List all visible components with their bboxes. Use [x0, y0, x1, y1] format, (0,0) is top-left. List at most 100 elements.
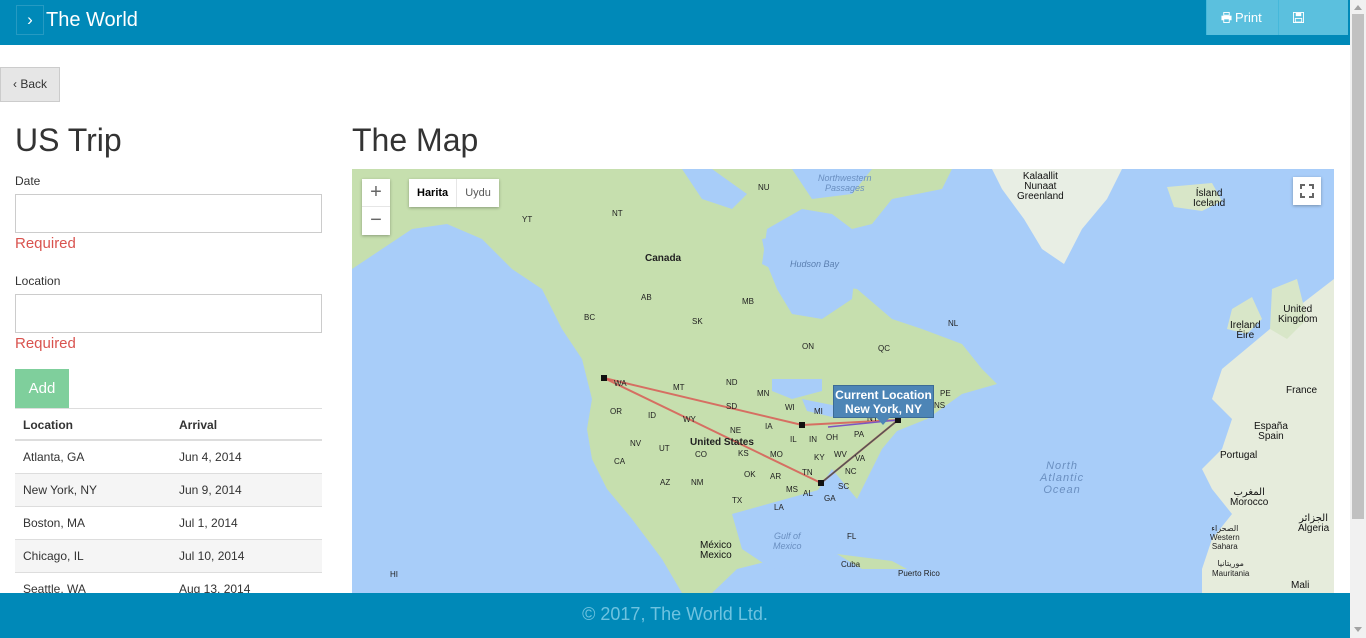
label-state: MS — [786, 485, 798, 494]
table-row[interactable]: Seattle, WA Aug 13, 2014 — [15, 573, 322, 593]
label-state: TX — [732, 496, 743, 505]
label-hudson: Hudson Bay — [790, 259, 840, 269]
location-error: Required — [15, 335, 76, 352]
footer: © 2017, The World Ltd. — [0, 593, 1350, 638]
label-state: TN — [802, 468, 813, 477]
label-state: NC — [845, 467, 857, 476]
label-province: NT — [612, 209, 623, 218]
label-state: MO — [770, 450, 783, 459]
print-label: Print — [1235, 10, 1262, 25]
row-location: Seattle, WA — [23, 582, 86, 593]
table-row[interactable]: Atlanta, GA Jun 4, 2014 — [15, 441, 322, 474]
table-row[interactable]: Boston, MA Jul 1, 2014 — [15, 507, 322, 540]
label-state: CA — [614, 457, 626, 466]
label-state: MI — [814, 407, 823, 416]
label-state: ND — [726, 378, 738, 387]
map-marker-chicago — [799, 422, 805, 428]
stops-table: Location Arrival Atlanta, GA Jun 4, 2014… — [15, 408, 322, 593]
label-cuba: Cuba — [841, 560, 861, 569]
zoom-out-button[interactable]: − — [362, 207, 390, 235]
page-scrollbar[interactable] — [1350, 0, 1366, 638]
map-marker-seattle — [601, 375, 607, 381]
zoom-in-button[interactable]: + — [362, 179, 390, 207]
location-input[interactable] — [15, 294, 322, 333]
back-button[interactable]: ‹ Back — [0, 67, 60, 102]
label-mauritania: موريتانيا Mauritania — [1212, 559, 1250, 578]
row-location: Boston, MA — [23, 516, 86, 530]
row-location: Atlanta, GA — [23, 450, 85, 464]
print-button[interactable]: Print — [1206, 0, 1278, 35]
location-label: Location — [15, 274, 61, 288]
current-location-tooltip[interactable]: Current Location New York, NY — [833, 385, 934, 425]
label-france: France — [1286, 385, 1318, 396]
label-state: SD — [726, 402, 738, 411]
label-state: KS — [738, 449, 749, 458]
label-state: NE — [730, 426, 742, 435]
table-row[interactable]: New York, NY Jun 9, 2014 — [15, 474, 322, 507]
label-province: SK — [692, 317, 703, 326]
label-state: WV — [834, 450, 847, 459]
table-header: Location Arrival — [15, 409, 322, 441]
label-uk: United Kingdom — [1278, 304, 1318, 325]
date-input[interactable] — [15, 194, 322, 233]
label-us: United States — [690, 437, 754, 448]
label-province: NL — [948, 319, 959, 328]
label-state: MN — [757, 389, 770, 398]
row-arrival: Aug 13, 2014 — [179, 582, 251, 593]
label-atlantic: North Atlantic Ocean — [1040, 460, 1085, 496]
label-state: KY — [814, 453, 825, 462]
top-bar: › The World Print Save — [0, 0, 1350, 60]
label-state: FL — [847, 532, 857, 541]
zoom-control: + − — [362, 179, 390, 235]
label-puerto-rico: Puerto Rico — [898, 569, 940, 578]
label-state: GA — [824, 494, 836, 503]
map-land — [352, 169, 1334, 593]
back-label: Back — [20, 77, 48, 91]
label-state: WI — [785, 403, 795, 412]
brand-title: The World — [46, 9, 138, 31]
scroll-down-arrow-icon[interactable] — [1354, 627, 1362, 632]
sidebar-toggle-button[interactable]: › — [16, 5, 44, 35]
label-province: PE — [940, 389, 951, 398]
page: › The World Print Save ‹ Back US Trip Da… — [0, 0, 1366, 638]
label-state: OH — [826, 433, 838, 442]
header-arrival: Arrival — [179, 418, 218, 432]
fullscreen-button[interactable] — [1293, 177, 1321, 205]
label-state: OK — [744, 470, 756, 479]
add-button[interactable]: Add — [15, 369, 69, 408]
map-type-map-button[interactable]: Harita — [409, 179, 456, 207]
label-greenland: Kalaallit Nunaat Greenland — [1017, 171, 1064, 202]
label-hi: HI — [390, 570, 398, 579]
chevron-right-icon: › — [27, 10, 33, 29]
label-state: IN — [809, 435, 817, 444]
label-nw-passages: Northwestern Passages — [818, 173, 872, 193]
scroll-up-arrow-icon[interactable] — [1354, 5, 1362, 10]
save-label: Save — [1293, 45, 1323, 60]
date-label: Date — [15, 174, 41, 188]
label-iceland: Ísland Iceland — [1193, 188, 1226, 209]
map-title: The Map — [352, 122, 479, 158]
save-button[interactable]: Save — [1278, 0, 1348, 60]
label-province: NU — [758, 183, 770, 192]
row-arrival: Jun 4, 2014 — [179, 450, 242, 464]
label-state: AR — [770, 472, 782, 481]
label-province: QC — [878, 344, 890, 353]
label-western-sahara: الصحراء Western Sahara — [1210, 524, 1240, 551]
label-state: OR — [610, 407, 622, 416]
row-location: New York, NY — [23, 483, 98, 497]
tooltip-line2: New York, NY — [845, 402, 922, 416]
map-type-control: Harita Uydu — [409, 179, 499, 207]
label-ireland: Ireland Éire — [1230, 320, 1261, 341]
map-type-satellite-button[interactable]: Uydu — [456, 179, 499, 207]
map-canvas[interactable]: Canada United States México Mexico Hudso… — [352, 169, 1334, 593]
printer-icon — [1221, 12, 1232, 23]
label-spain: España Spain — [1254, 421, 1288, 442]
label-portugal: Portugal — [1220, 450, 1258, 461]
label-state: WA — [614, 379, 627, 388]
scrollbar-thumb[interactable] — [1352, 14, 1364, 519]
table-row[interactable]: Chicago, IL Jul 10, 2014 — [15, 540, 322, 573]
label-mexico: México Mexico — [700, 540, 732, 561]
label-state: LA — [774, 503, 784, 512]
label-morocco: المغرب Morocco — [1230, 487, 1269, 508]
label-state: IL — [790, 435, 797, 444]
